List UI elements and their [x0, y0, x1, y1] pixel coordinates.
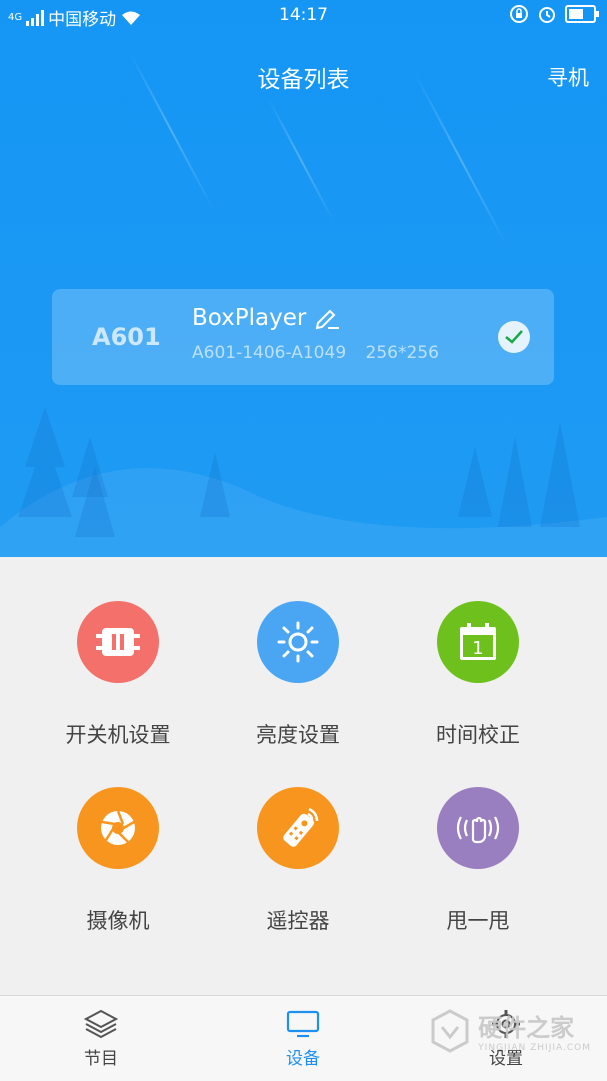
device-id: A601-1406-A1049: [192, 343, 347, 363]
device-model: A601: [92, 323, 161, 351]
header-banner: 4G 中国移动 14:17 设备列表 寻机 A601 BoxPlayer A60…: [0, 0, 607, 557]
alarm-icon: [539, 7, 555, 23]
battery-icon: [565, 5, 599, 23]
time-sync-tile[interactable]: 1 时间校正: [378, 601, 578, 749]
selected-check-icon[interactable]: [498, 321, 530, 353]
rotation-lock-icon: [510, 5, 528, 23]
watermark-title: 硬件之家: [478, 1014, 575, 1042]
light-streak: [267, 97, 335, 223]
sun-brightness-icon: [257, 601, 339, 683]
forest-scene-decoration: [0, 407, 607, 557]
tab-label: 设备: [286, 1049, 320, 1069]
layers-icon: [41, 1008, 161, 1040]
device-info: A601-1406-A1049 256*256: [192, 343, 453, 363]
status-bar: 4G 中国移动 14:17: [0, 0, 607, 32]
camera-tile[interactable]: 摄像机: [18, 787, 218, 935]
brightness-tile[interactable]: 亮度设置: [198, 601, 398, 749]
tile-label: 甩一甩: [446, 909, 510, 933]
monitor-icon: [243, 1008, 363, 1040]
power-schedule-tile[interactable]: 开关机设置: [18, 601, 218, 749]
shake-tile[interactable]: 甩一甩: [378, 787, 578, 935]
svg-text:1: 1: [472, 638, 483, 659]
tab-programs[interactable]: 节目: [41, 1008, 161, 1069]
watermark: 硬件之家 YINGJIAN ZHIJIA.COM: [430, 1008, 591, 1053]
camera-shutter-icon: [77, 787, 159, 869]
device-card[interactable]: A601 BoxPlayer A601-1406-A1049 256*256: [52, 289, 554, 385]
device-name-row: BoxPlayer: [192, 305, 340, 331]
remote-control-tile[interactable]: 遥控器: [198, 787, 398, 935]
tile-label: 亮度设置: [256, 723, 340, 747]
remote-control-icon: [257, 787, 339, 869]
tile-label: 遥控器: [266, 909, 330, 933]
light-streak: [413, 71, 509, 249]
device-resolution: 256*256: [365, 343, 439, 363]
page-title: 设备列表: [257, 67, 350, 93]
power-plug-icon: [77, 601, 159, 683]
find-device-button[interactable]: 寻机: [547, 62, 589, 92]
watermark-subtitle: YINGJIAN ZHIJIA.COM: [478, 1043, 591, 1053]
device-name: BoxPlayer: [192, 305, 307, 331]
shake-hand-icon: [437, 787, 519, 869]
tab-devices[interactable]: 设备: [243, 1008, 363, 1069]
tab-label: 节目: [84, 1049, 118, 1069]
tile-label: 开关机设置: [65, 723, 171, 747]
edit-pencil-icon[interactable]: [314, 306, 340, 330]
calendar-icon: 1: [437, 601, 519, 683]
tile-label: 时间校正: [436, 723, 520, 747]
function-grid: 开关机设置 亮度设置 1 时间校正 摄像机 遥控器 甩一甩: [0, 557, 607, 995]
watermark-logo-icon: [431, 1008, 469, 1053]
tile-label: 摄像机: [86, 909, 150, 933]
